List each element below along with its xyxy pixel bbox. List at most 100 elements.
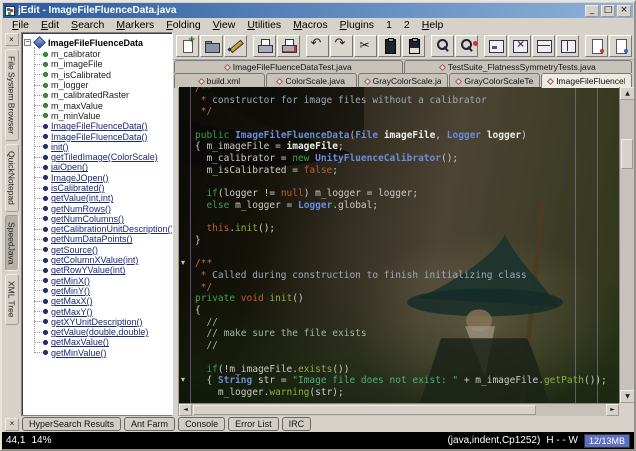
- tree-item-gettiledimage-colorscale[interactable]: getTiledImage(ColorScale): [34, 152, 170, 162]
- method-icon: [43, 164, 48, 170]
- buffer-tab-graycolorscale-java[interactable]: GrayColorScale.java: [357, 73, 449, 88]
- scroll-up-button[interactable]: ▲: [620, 87, 634, 100]
- unsplit-button[interactable]: [484, 34, 507, 57]
- buffer-options-button[interactable]: [585, 34, 608, 57]
- new-file-button[interactable]: [176, 34, 199, 57]
- copy-button[interactable]: [378, 34, 401, 57]
- page-setup-button[interactable]: [277, 34, 300, 57]
- tree-item-m-iscalibrated[interactable]: m_isCalibrated: [34, 70, 170, 80]
- tree-item-getrowyvalue-int[interactable]: getRowYValue(int): [34, 265, 170, 275]
- tree-item-getvalue-int-int[interactable]: getValue(int,int): [34, 193, 170, 203]
- dock-tab-speedjava[interactable]: SpeedJava: [4, 214, 19, 272]
- find-button[interactable]: [431, 34, 454, 57]
- scroll-left-button[interactable]: ◄: [179, 404, 192, 416]
- menu-edit[interactable]: Edit: [35, 19, 65, 31]
- tree-item-m-logger[interactable]: m_logger: [34, 80, 170, 90]
- buffer-tab-imagefilefluencedata-java[interactable]: ImageFileFluenceData.java: [541, 73, 632, 88]
- close-view-button[interactable]: [508, 34, 531, 57]
- menu-view[interactable]: View: [207, 19, 242, 31]
- text-editor[interactable]: ▾ ▾ /** * constructor for image files wit…: [179, 87, 634, 416]
- menu-folding[interactable]: Folding: [160, 19, 206, 31]
- tree-root-row[interactable]: − ImageFileFluenceData: [24, 36, 170, 49]
- code-text[interactable]: /** * constructor for image files withou…: [195, 87, 618, 403]
- horizontal-scroll-thumb[interactable]: [193, 405, 537, 415]
- tree-item-getminx[interactable]: getMinX(): [34, 276, 170, 286]
- tree-item-m-calibrator[interactable]: m_calibrator: [34, 49, 170, 59]
- buffer-tab-testsuite-flatnesssymmetrytests-java[interactable]: TestSuite_FlatnessSymmetryTests.java: [403, 60, 632, 73]
- tree-item-m-imagefile[interactable]: m_imageFile: [34, 59, 170, 69]
- paste-button[interactable]: [402, 34, 425, 57]
- method-icon: [43, 257, 48, 263]
- dock-tab-file-system-browser[interactable]: File System Browser: [4, 49, 19, 141]
- tree-item-init[interactable]: init(): [34, 142, 170, 152]
- menu-markers[interactable]: Markers: [110, 19, 160, 31]
- split-vertical-button[interactable]: [556, 34, 579, 57]
- tree-item-jaiopen[interactable]: jaiOpen(): [34, 162, 170, 172]
- cut-button[interactable]: [354, 34, 377, 57]
- menu-help[interactable]: Help: [416, 19, 450, 31]
- tree-item-getcolumnxvalue-int[interactable]: getColumnXValue(int): [34, 255, 170, 265]
- find-next-button[interactable]: [455, 34, 478, 57]
- tree-item-getnumrows[interactable]: getNumRows(): [34, 203, 170, 214]
- tree-item-imagejopen[interactable]: ImageJOpen(): [34, 173, 170, 183]
- scroll-down-button[interactable]: ▼: [620, 390, 634, 403]
- tree-item-getminvalue[interactable]: getMinValue(): [34, 348, 170, 358]
- tree-item-getnumcolumns[interactable]: getNumColumns(): [34, 214, 170, 224]
- tree-item-getnumdatapoints[interactable]: getNumDataPoints(): [34, 234, 170, 244]
- split-horizontal-button[interactable]: [532, 34, 555, 57]
- buffer-tab-build-xml[interactable]: build.xml: [174, 73, 265, 88]
- tree-item-getvalue-double-double[interactable]: getValue(double,double): [34, 327, 170, 337]
- bottom-dock-close-button[interactable]: ×: [5, 417, 19, 431]
- dock-tab-irc[interactable]: IRC: [281, 417, 312, 431]
- vertical-scroll-thumb[interactable]: [621, 139, 633, 169]
- global-options-button[interactable]: [609, 34, 632, 57]
- tree-item-getmaxx[interactable]: getMaxX(): [34, 296, 170, 306]
- tree-item-getxyunitdescription[interactable]: getXYUnitDescription(): [34, 317, 170, 327]
- dock-tab-error-list[interactable]: Error List: [228, 417, 279, 431]
- undo-button[interactable]: [306, 34, 329, 57]
- maximize-button[interactable]: □: [601, 4, 615, 17]
- pencil-edit-button[interactable]: [224, 34, 247, 57]
- open-file-button[interactable]: [200, 34, 223, 57]
- tree-collapse-toggle[interactable]: −: [24, 39, 31, 46]
- tree-item-iscalibrated[interactable]: isCalibrated(): [34, 183, 170, 193]
- tree-item-imagefilefluencedata[interactable]: ImageFileFluenceData(): [34, 121, 170, 131]
- fold-arrow-icon[interactable]: ▾: [181, 375, 185, 384]
- dock-tab-quicknotepad[interactable]: QuickNotepad: [4, 143, 19, 212]
- tree-item-m-maxvalue[interactable]: m_maxValue: [34, 100, 170, 111]
- print-button[interactable]: [253, 34, 276, 57]
- tree-item-m-calibratedraster[interactable]: m_calibratedRaster: [34, 90, 170, 100]
- left-dock-close-button[interactable]: ×: [4, 33, 19, 46]
- menu-2[interactable]: 2: [398, 19, 416, 31]
- dock-tab-console[interactable]: Console: [178, 417, 226, 431]
- buffer-tab-imagefilefluencedatatest-java[interactable]: ImageFileFluenceDataTest.java: [174, 60, 403, 73]
- menu-file[interactable]: File: [6, 19, 35, 31]
- tree-item-getmaxy[interactable]: getMaxY(): [34, 306, 170, 317]
- buffer-tab-colorscale-java[interactable]: ColorScale.java: [265, 73, 357, 88]
- redo-button[interactable]: [330, 34, 353, 57]
- close-button[interactable]: ×: [617, 4, 631, 17]
- scroll-right-button[interactable]: ►: [606, 404, 619, 416]
- menu-1[interactable]: 1: [380, 19, 398, 31]
- fold-arrow-icon[interactable]: ▾: [181, 258, 185, 267]
- editor-gutter[interactable]: ▾ ▾: [179, 87, 191, 403]
- title-bar[interactable]: jEdit - ImageFileFluenceData.java _ □ ×: [3, 3, 633, 18]
- tree-item-getsource[interactable]: getSource(): [34, 245, 170, 255]
- minimize-button[interactable]: _: [585, 4, 599, 17]
- tree-item-m-minvalue[interactable]: m_minValue: [34, 111, 170, 121]
- menu-utilities[interactable]: Utilities: [241, 19, 287, 31]
- menu-macros[interactable]: Macros: [287, 19, 333, 31]
- tree-item-getcalibrationunitdescription[interactable]: getCalibrationUnitDescription(): [34, 224, 172, 234]
- horizontal-scrollbar[interactable]: ◄ ►: [179, 403, 619, 416]
- dock-tab-hypersearch-results[interactable]: HyperSearch Results: [22, 417, 122, 431]
- dock-tab-xml-tree[interactable]: XML Tree: [4, 274, 19, 325]
- menu-plugins[interactable]: Plugins: [334, 19, 380, 31]
- tree-item-getmaxvalue[interactable]: getMaxValue(): [34, 337, 170, 347]
- vertical-scrollbar[interactable]: ▲ ▼: [619, 87, 634, 403]
- dock-tab-ant-farm[interactable]: Ant Farm: [124, 417, 176, 431]
- memory-indicator[interactable]: 12/13MB: [583, 433, 630, 448]
- tree-item-getminy[interactable]: getMinY(): [34, 286, 170, 296]
- tree-item-imagefilefluencedata[interactable]: ImageFileFluenceData(): [34, 131, 170, 142]
- buffer-tab-graycolorscaletest-java[interactable]: GrayColorScaleTest.java: [449, 73, 541, 88]
- menu-search[interactable]: Search: [65, 19, 110, 31]
